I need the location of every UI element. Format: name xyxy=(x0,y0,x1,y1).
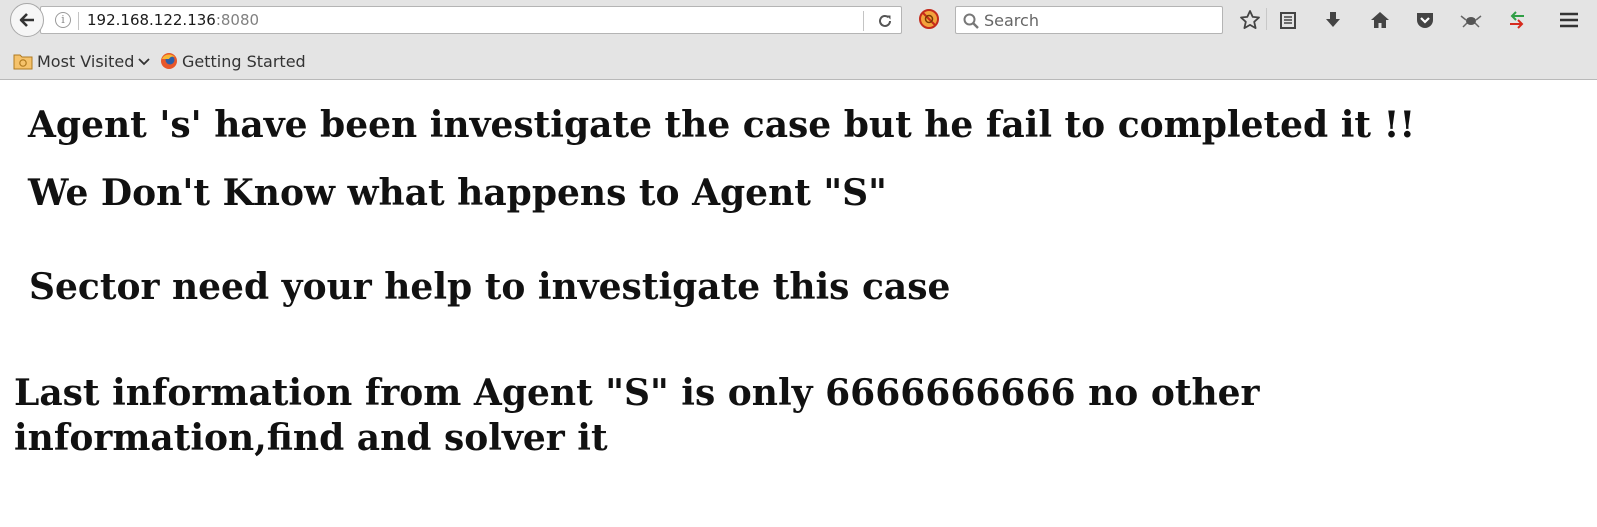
bookmarks-toolbar: Most Visited Getting Started xyxy=(0,44,1597,78)
reload-icon[interactable] xyxy=(875,11,895,31)
search-input[interactable] xyxy=(984,9,1214,31)
search-icon xyxy=(962,12,980,30)
home-icon[interactable] xyxy=(1368,8,1392,32)
heading-help-request: Sector need your help to investigate thi… xyxy=(29,266,951,308)
heading-last-information: Last information from Agent "S" is only … xyxy=(14,372,1260,459)
navigation-toolbar: i 192.168.122.136:8080 xyxy=(0,0,1597,40)
bookmark-getting-started[interactable]: Getting Started xyxy=(160,50,306,72)
url-port: :8080 xyxy=(215,11,260,29)
url-bar[interactable]: i 192.168.122.136:8080 xyxy=(40,6,902,34)
toolbar-separator xyxy=(1266,8,1267,30)
search-bar[interactable] xyxy=(955,6,1223,34)
reading-list-icon[interactable] xyxy=(1276,8,1300,32)
download-icon[interactable] xyxy=(1321,8,1345,32)
blocker-icon[interactable] xyxy=(918,8,940,30)
extension-icon[interactable] xyxy=(1459,8,1483,32)
bookmark-label: Most Visited xyxy=(37,51,135,71)
sync-arrows-icon[interactable] xyxy=(1505,8,1529,32)
back-button[interactable] xyxy=(10,3,44,37)
info-icon[interactable]: i xyxy=(55,12,71,28)
reload-separator xyxy=(863,11,864,31)
back-arrow-icon xyxy=(19,13,34,27)
bookmark-most-visited[interactable]: Most Visited xyxy=(13,50,151,72)
heading-unknown-fate: We Don't Know what happens to Agent "S" xyxy=(28,172,887,214)
pocket-icon[interactable] xyxy=(1413,8,1437,32)
url-text[interactable]: 192.168.122.136:8080 xyxy=(87,10,259,30)
menu-icon[interactable] xyxy=(1557,8,1581,32)
firefox-icon xyxy=(161,53,177,69)
chevron-down-icon xyxy=(138,58,151,66)
url-host: 192.168.122.136 xyxy=(87,11,216,29)
heading-agent-status: Agent 's' have been investigate the case… xyxy=(28,104,1416,146)
url-separator xyxy=(78,12,79,30)
folder-icon xyxy=(13,54,33,70)
star-icon[interactable] xyxy=(1238,8,1262,32)
page-content: Agent 's' have been investigate the case… xyxy=(4,81,1597,527)
bookmark-label: Getting Started xyxy=(182,51,306,71)
browser-chrome: i 192.168.122.136:8080 Search Most Visit… xyxy=(0,0,1597,80)
